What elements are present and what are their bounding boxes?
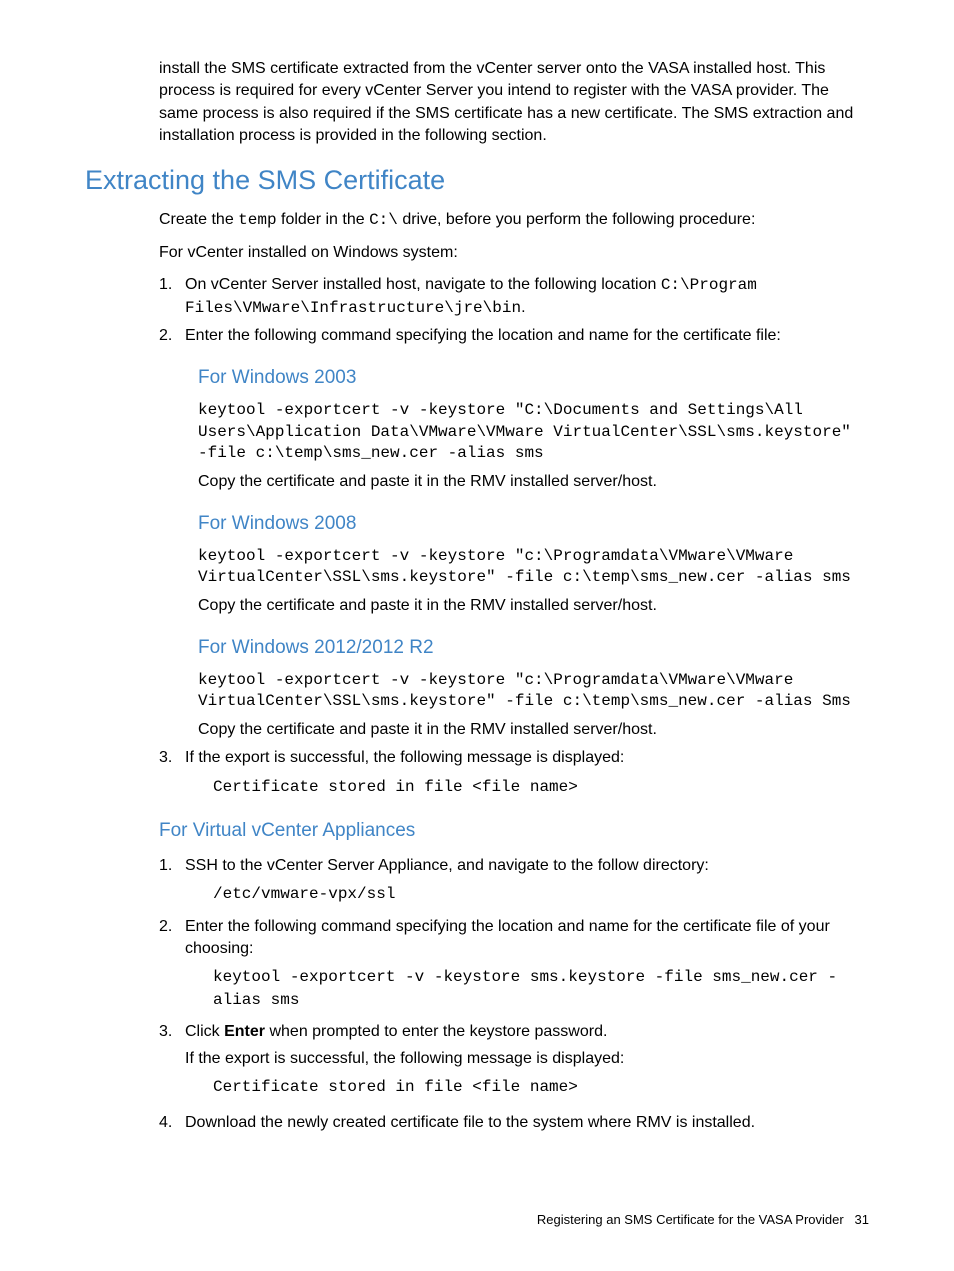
create-temp-line: Create the temp folder in the C:\ drive,… bbox=[159, 209, 869, 231]
step-number: 4. bbox=[159, 1112, 185, 1134]
step-number: 1. bbox=[159, 855, 185, 877]
step-number: 2. bbox=[159, 325, 185, 347]
va-step3-enter: Enter bbox=[224, 1023, 265, 1040]
page-number: 31 bbox=[855, 1212, 869, 1227]
ordered-list-1: 1. On vCenter Server installed host, nav… bbox=[159, 274, 869, 347]
step-number: 2. bbox=[159, 916, 185, 961]
intro-paragraph: install the SMS certificate extracted fr… bbox=[159, 58, 869, 148]
va-step2-cmd: keytool -exportcert -v -keystore sms.key… bbox=[213, 966, 869, 1011]
step-content: On vCenter Server installed host, naviga… bbox=[185, 274, 869, 319]
cert-stored-msg-2: Certificate stored in file <file name> bbox=[213, 1076, 869, 1098]
ordered-list-2-cont: 2. Enter the following command specifyin… bbox=[159, 916, 869, 961]
step-content: Enter the following command specifying t… bbox=[185, 916, 869, 961]
heading-virtual-appliances: For Virtual vCenter Appliances bbox=[159, 818, 869, 845]
page-footer: Registering an SMS Certificate for the V… bbox=[537, 1211, 869, 1229]
step-number: 3. bbox=[159, 747, 185, 769]
ordered-list-2: 1. SSH to the vCenter Server Appliance, … bbox=[159, 855, 869, 877]
step-content: SSH to the vCenter Server Appliance, and… bbox=[185, 855, 869, 877]
heading-extracting-sms: Extracting the SMS Certificate bbox=[85, 162, 869, 200]
win2003-command: keytool -exportcert -v -keystore "C:\Doc… bbox=[198, 400, 869, 465]
step-content: Enter the following command specifying t… bbox=[185, 325, 869, 347]
create-temp-pre: Create the bbox=[159, 211, 238, 228]
ordered-list-2-cont2: 3. Click Enter when prompted to enter th… bbox=[159, 1021, 869, 1070]
win2012-command: keytool -exportcert -v -keystore "c:\Pro… bbox=[198, 670, 869, 713]
page-container: install the SMS certificate extracted fr… bbox=[0, 0, 954, 1201]
list-item: 1. On vCenter Server installed host, nav… bbox=[159, 274, 869, 319]
step-content: Click Enter when prompted to enter the k… bbox=[185, 1021, 869, 1070]
for-vcenter-windows: For vCenter installed on Windows system: bbox=[159, 242, 869, 264]
list-item: 4. Download the newly created certificat… bbox=[159, 1112, 869, 1134]
va-step3-line2: If the export is successful, the followi… bbox=[185, 1048, 869, 1070]
heading-win2012: For Windows 2012/2012 R2 bbox=[198, 635, 869, 662]
create-temp-mid: folder in the bbox=[277, 211, 370, 228]
create-temp-post: drive, before you perform the following … bbox=[398, 211, 756, 228]
step1-post: . bbox=[521, 299, 525, 316]
list-item: 3. If the export is successful, the foll… bbox=[159, 747, 869, 769]
ordered-list-1-cont: 3. If the export is successful, the foll… bbox=[159, 747, 869, 769]
footer-text: Registering an SMS Certificate for the V… bbox=[537, 1212, 844, 1227]
step-number: 1. bbox=[159, 274, 185, 319]
va-step1-path: /etc/vmware-vpx/ssl bbox=[213, 883, 869, 905]
cert-stored-msg-1: Certificate stored in file <file name> bbox=[213, 776, 869, 798]
win2008-command: keytool -exportcert -v -keystore "c:\Pro… bbox=[198, 546, 869, 589]
temp-code: temp bbox=[238, 211, 276, 229]
step-number: 3. bbox=[159, 1021, 185, 1070]
step-content: If the export is successful, the followi… bbox=[185, 747, 869, 769]
copy-paste-1: Copy the certificate and paste it in the… bbox=[198, 471, 869, 493]
copy-paste-2: Copy the certificate and paste it in the… bbox=[198, 595, 869, 617]
list-item: 3. Click Enter when prompted to enter th… bbox=[159, 1021, 869, 1070]
heading-win2008: For Windows 2008 bbox=[198, 511, 869, 538]
copy-paste-3: Copy the certificate and paste it in the… bbox=[198, 719, 869, 741]
va-step3-post: when prompted to enter the keystore pass… bbox=[265, 1023, 607, 1040]
step-content: Download the newly created certificate f… bbox=[185, 1112, 869, 1134]
heading-win2003: For Windows 2003 bbox=[198, 365, 869, 392]
ordered-list-2-cont3: 4. Download the newly created certificat… bbox=[159, 1112, 869, 1134]
list-item: 2. Enter the following command specifyin… bbox=[159, 325, 869, 347]
cdrive-code: C:\ bbox=[369, 211, 398, 229]
list-item: 1. SSH to the vCenter Server Appliance, … bbox=[159, 855, 869, 877]
step1-pre: On vCenter Server installed host, naviga… bbox=[185, 276, 661, 293]
list-item: 2. Enter the following command specifyin… bbox=[159, 916, 869, 961]
va-step3-pre: Click bbox=[185, 1023, 224, 1040]
